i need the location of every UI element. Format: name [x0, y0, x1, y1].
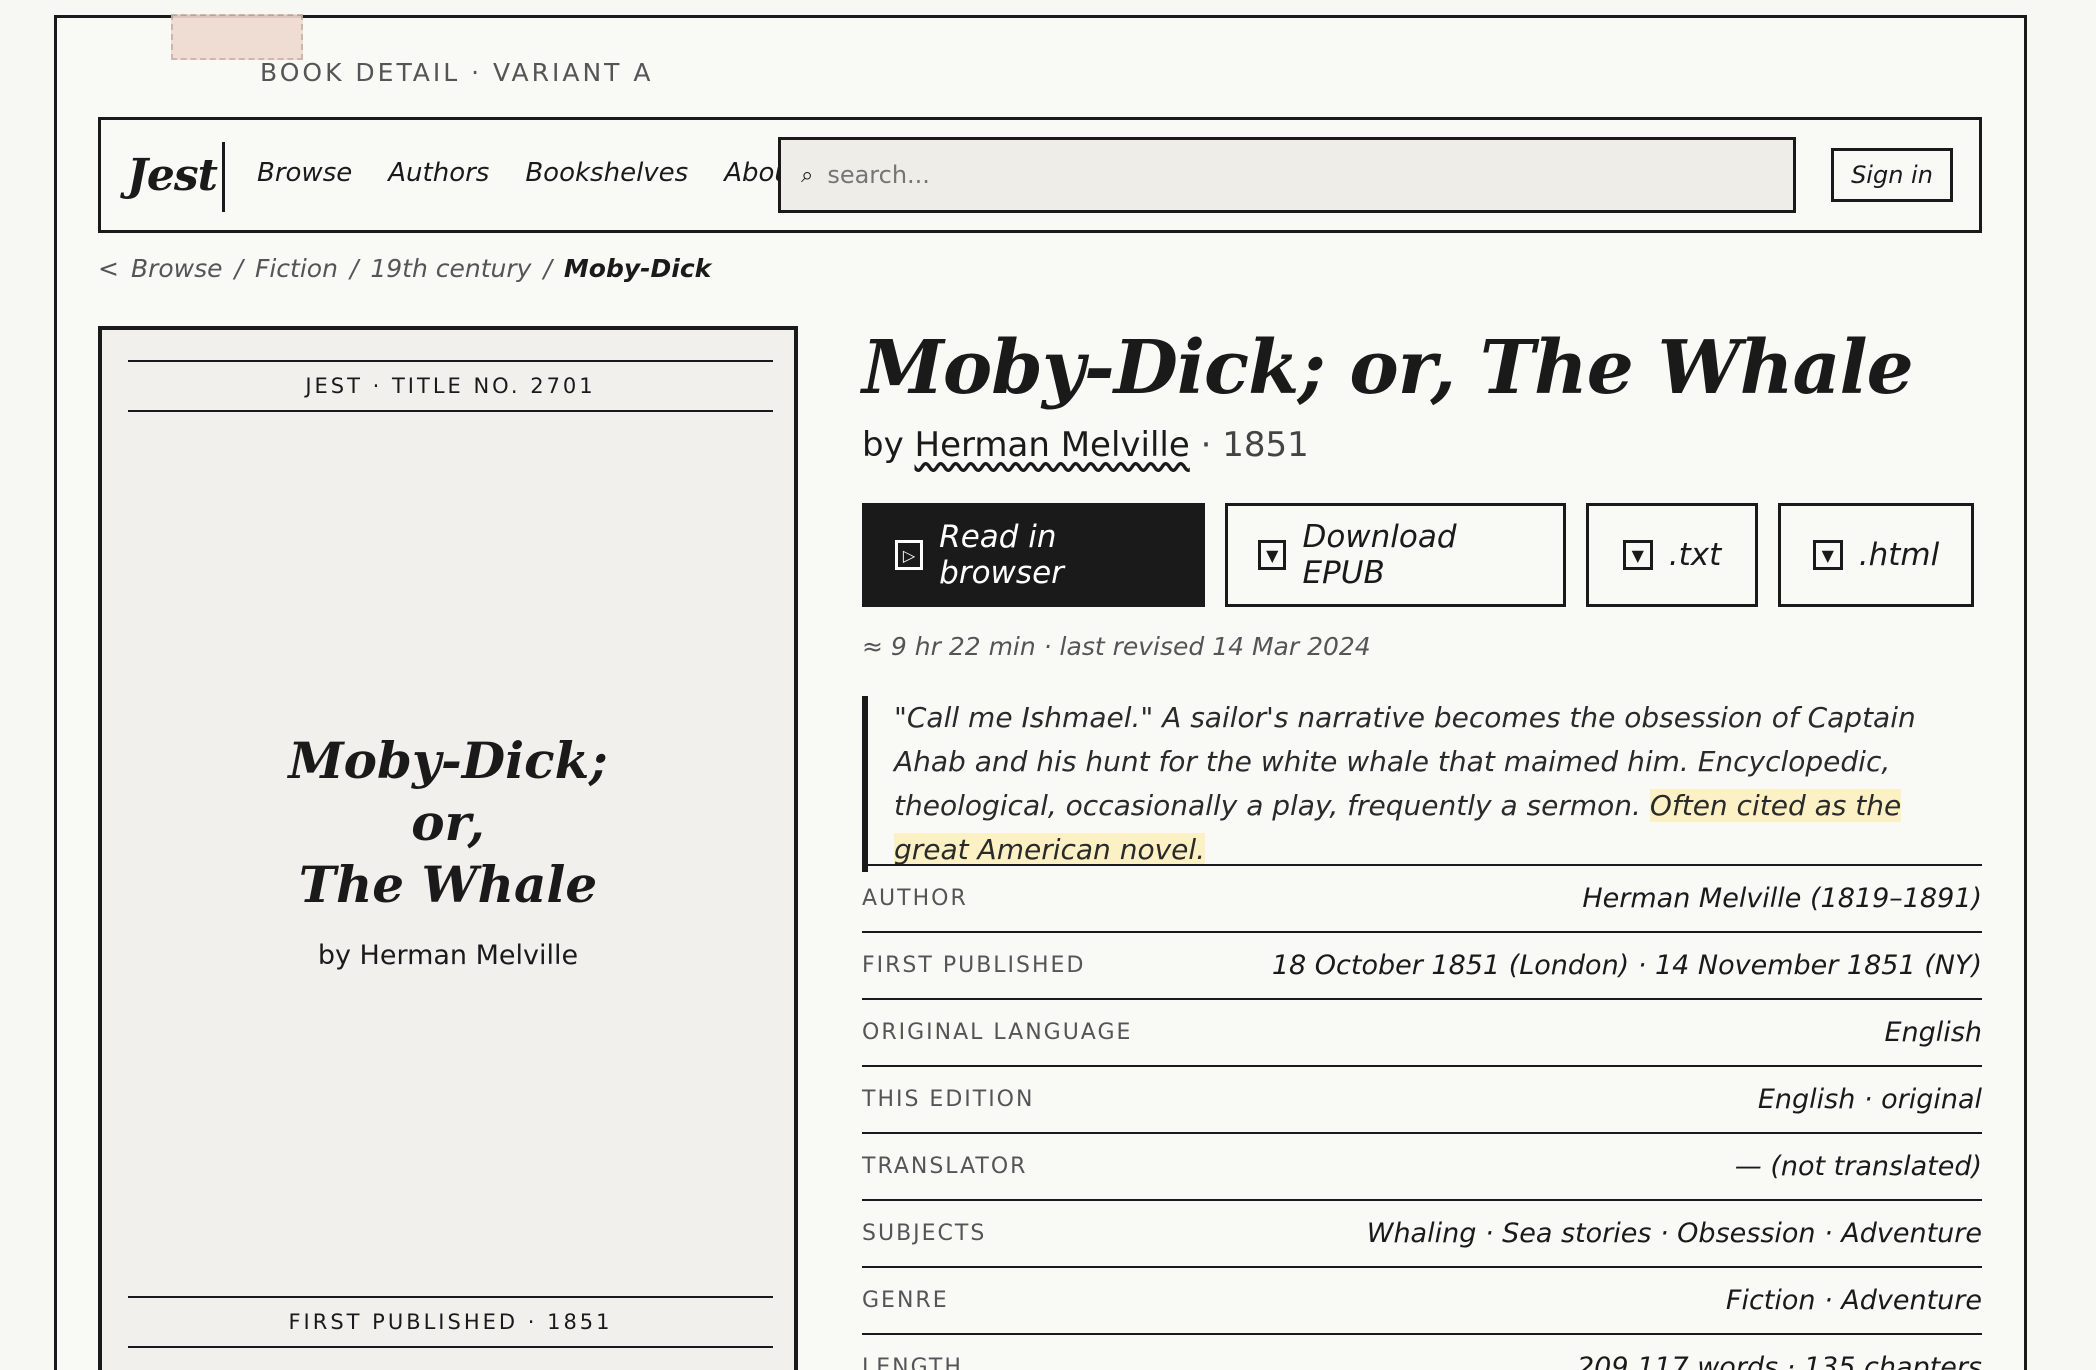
html-button-label: .html: [1858, 537, 1940, 573]
breadcrumb-item-19th-century[interactable]: 19th century: [370, 254, 531, 283]
byline-by: by: [862, 425, 904, 465]
cover-title: Moby-Dick; or, The Whale: [102, 730, 794, 916]
details-value: Fiction · Adventure: [1725, 1285, 1982, 1316]
cover-bottom-band: FIRST PUBLISHED · 1851: [128, 1296, 773, 1348]
epub-button-label: Download EPUB: [1302, 519, 1457, 591]
book-cover: JEST · TITLE NO. 2701 Moby-Dick; or, The…: [98, 326, 798, 1370]
read-button-label: Read in browser: [939, 519, 1064, 591]
details-key: GENRE: [862, 1288, 949, 1313]
breadcrumb-separator: /: [234, 254, 243, 283]
details-key: FIRST PUBLISHED: [862, 953, 1086, 978]
details-row: AUTHOR Herman Melville (1819–1891): [862, 864, 1982, 931]
details-value: English · original: [1757, 1084, 1982, 1115]
download-icon: ▼: [1812, 540, 1843, 570]
details-value: Herman Melville (1819–1891): [1582, 883, 1982, 914]
details-value: — (not translated): [1734, 1151, 1982, 1182]
details-key: TRANSLATOR: [862, 1154, 1028, 1179]
cover-author: by Herman Melville: [317, 940, 579, 971]
breadcrumb: < Browse / Fiction / 19th century / Moby…: [98, 254, 711, 283]
top-nav: Jest Browse Authors Bookshelves About ⌕ …: [98, 117, 1982, 233]
download-icon: ▼: [1258, 540, 1287, 570]
author-link[interactable]: Herman Melville: [915, 425, 1190, 465]
read-in-browser-button[interactable]: ▷ Read in browser: [862, 503, 1205, 607]
action-buttons: ▷ Read in browser ▼ Download EPUB ▼ .txt…: [862, 503, 1974, 607]
details-key: SUBJECTS: [862, 1221, 987, 1246]
book-title: Moby-Dick; or, The Whale: [862, 325, 1914, 411]
breadcrumb-current: Moby-Dick: [563, 254, 712, 283]
variant-label: BOOK DETAIL · VARIANT A: [260, 58, 654, 87]
logo-divider: [222, 142, 225, 212]
details-key: THIS EDITION: [862, 1087, 1035, 1112]
txt-button-label: .txt: [1668, 537, 1722, 573]
logo[interactable]: Jest: [127, 150, 218, 201]
play-icon: ▷: [895, 540, 924, 570]
download-epub-button[interactable]: ▼ Download EPUB: [1225, 503, 1566, 607]
download-txt-button[interactable]: ▼ .txt: [1586, 503, 1758, 607]
reading-meta: ≈ 9 hr 22 min · last revised 14 Mar 2024: [862, 632, 1371, 661]
search-input[interactable]: [827, 161, 1728, 189]
details-value: English: [1884, 1017, 1983, 1048]
details-key: AUTHOR: [862, 886, 968, 911]
details-value: 209,117 words · 135 chapters: [1576, 1352, 1982, 1370]
details-row: SUBJECTS Whaling · Sea stories · Obsessi…: [862, 1199, 1982, 1266]
details-key: ORIGINAL LANGUAGE: [862, 1020, 1133, 1045]
breadcrumb-item-fiction[interactable]: Fiction: [255, 254, 338, 283]
cover-title-line: Moby-Dick;: [288, 731, 608, 790]
download-html-button[interactable]: ▼ .html: [1778, 503, 1974, 607]
details-table: AUTHOR Herman Melville (1819–1891) FIRST…: [862, 864, 1982, 1370]
byline: by Herman Melville · 1851: [862, 425, 1309, 465]
breadcrumb-back-icon[interactable]: <: [98, 254, 119, 283]
details-value: 18 October 1851 (London) · 14 November 1…: [1271, 950, 1982, 981]
details-row: LENGTH 209,117 words · 135 chapters: [862, 1333, 1982, 1370]
publication-year: · 1851: [1200, 425, 1309, 465]
breadcrumb-separator: /: [349, 254, 359, 283]
nav-link-browse[interactable]: Browse: [257, 158, 352, 188]
details-row: TRANSLATOR — (not translated): [862, 1132, 1982, 1199]
details-key: LENGTH: [862, 1355, 963, 1370]
details-row: ORIGINAL LANGUAGE English: [862, 998, 1982, 1065]
breadcrumb-item-browse[interactable]: Browse: [131, 254, 223, 283]
nav-link-authors[interactable]: Authors: [388, 158, 489, 188]
search-icon: ⌕: [801, 162, 814, 188]
tape-decoration: [171, 14, 303, 60]
nav-link-bookshelves[interactable]: Bookshelves: [525, 158, 688, 188]
download-icon: ▼: [1622, 540, 1653, 570]
details-row: FIRST PUBLISHED 18 October 1851 (London)…: [862, 931, 1982, 998]
breadcrumb-separator: /: [543, 254, 552, 283]
nav-links: Browse Authors Bookshelves About: [257, 158, 801, 188]
search-box[interactable]: ⌕: [778, 137, 1796, 213]
cover-title-line: The Whale: [298, 855, 598, 914]
cover-top-band: JEST · TITLE NO. 2701: [128, 360, 773, 412]
cover-title-line: or,: [411, 793, 485, 852]
sign-in-button[interactable]: Sign in: [1831, 148, 1953, 202]
details-value: Whaling · Sea stories · Obsession · Adve…: [1366, 1218, 1982, 1249]
book-blurb: "Call me Ishmael." A sailor's narrative …: [862, 696, 1952, 872]
details-row: THIS EDITION English · original: [862, 1065, 1982, 1132]
details-row: GENRE Fiction · Adventure: [862, 1266, 1982, 1333]
